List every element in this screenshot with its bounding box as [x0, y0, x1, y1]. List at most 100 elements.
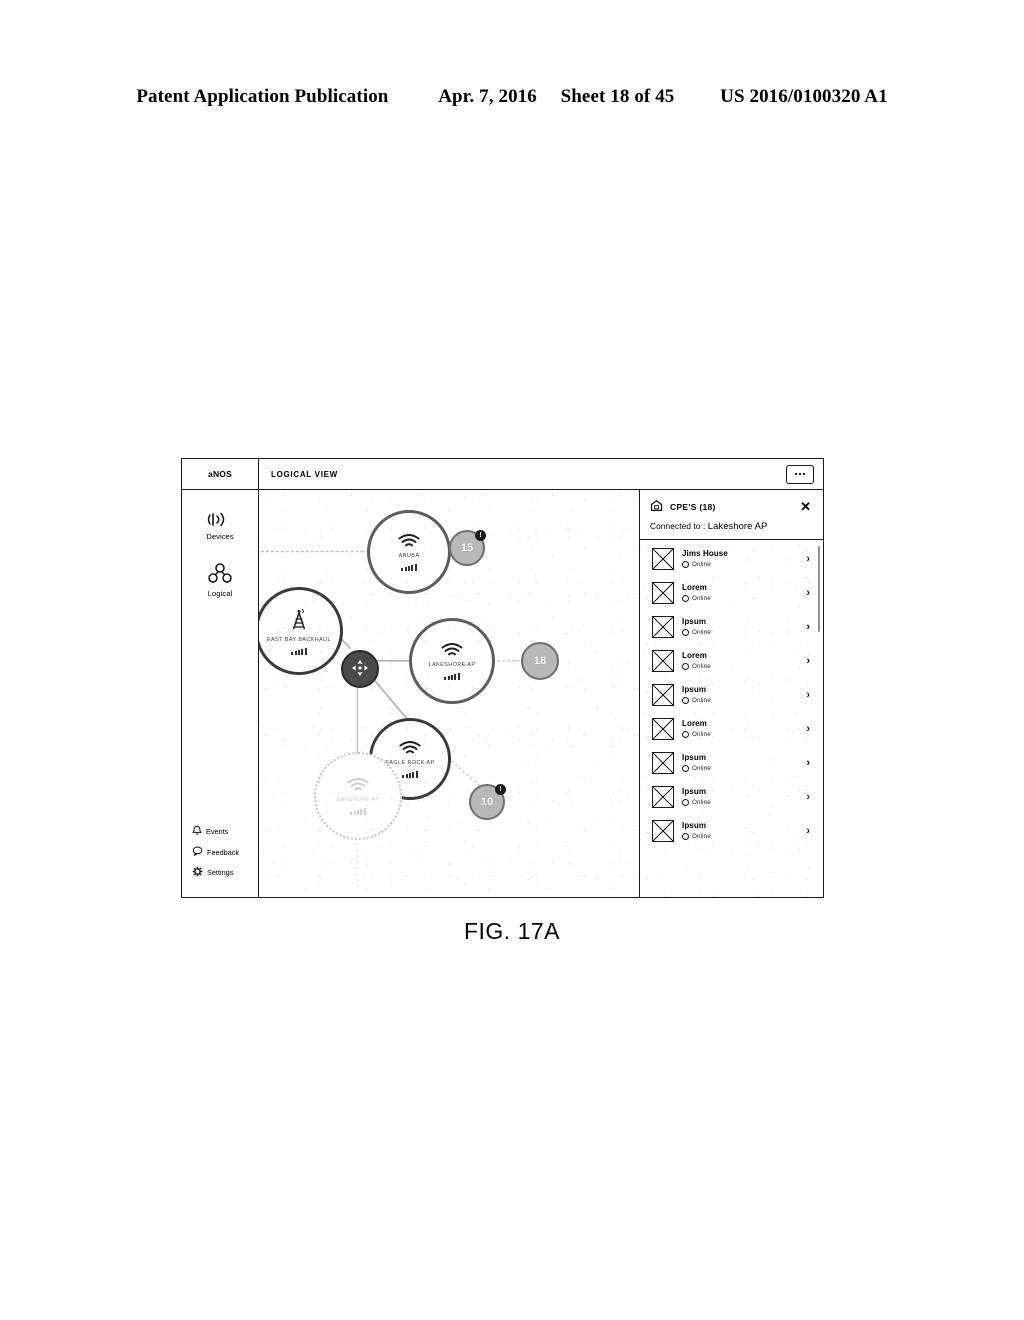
- device-thumbnail-placeholder-icon: [652, 752, 674, 774]
- brand-cell: aNOS: [182, 459, 259, 489]
- node-aruba[interactable]: ARUBA: [367, 510, 451, 594]
- list-item-text: Lorem Online: [682, 582, 798, 603]
- panel-scrollbar[interactable]: [817, 546, 820, 632]
- list-item[interactable]: Ipsum Online ›: [640, 678, 823, 712]
- cpe-panel-header: CPE'S (18) ✕ Connected to : Lakeshore AP: [640, 490, 823, 540]
- list-item[interactable]: Ipsum Online ›: [640, 610, 823, 644]
- chevron-right-icon[interactable]: ›: [806, 825, 810, 837]
- chevron-right-icon[interactable]: ›: [806, 689, 810, 701]
- move-arrows-icon: [351, 659, 369, 679]
- signal-bars-icon: [350, 808, 366, 815]
- sidebar-item-label: Logical: [207, 589, 233, 598]
- alert-badge-icon: !: [475, 530, 486, 541]
- sidebar-item-feedback[interactable]: Feedback: [192, 846, 258, 858]
- chevron-right-icon[interactable]: ›: [806, 723, 810, 735]
- alert-badge-icon: !: [495, 784, 506, 795]
- view-title-cell: LOGICAL VIEW: [259, 459, 823, 489]
- device-name: Lorem: [682, 718, 707, 728]
- cpe-list[interactable]: Jims House Online › Lorem Online › Ipsum…: [640, 540, 823, 897]
- more-dot-3: [802, 473, 805, 475]
- list-item-text: Ipsum Online: [682, 753, 798, 773]
- publication-date: Apr. 7, 2016: [438, 86, 537, 107]
- device-status-row: Online: [682, 595, 798, 603]
- badge-count-aruba[interactable]: 15 !: [449, 530, 486, 566]
- device-status-row: Online: [682, 561, 798, 569]
- device-status-row: Online: [682, 629, 798, 637]
- broadcast-icon: [206, 512, 234, 529]
- device-status-row: Online: [682, 697, 798, 705]
- topology-icon: [207, 563, 233, 586]
- node-bayshore-ap[interactable]: BAYSHORE AP: [314, 752, 402, 840]
- status-indicator-icon: [682, 731, 689, 739]
- more-options-button[interactable]: [786, 464, 814, 484]
- connected-to-value: Lakeshore AP: [707, 520, 768, 531]
- badge-count-value: 15: [460, 542, 474, 554]
- chevron-right-icon[interactable]: ›: [806, 621, 810, 633]
- status-badge: Online: [692, 663, 711, 671]
- wifi-icon: [440, 642, 464, 659]
- device-status-row: Online: [682, 765, 798, 773]
- sidebar-item-label: Devices: [206, 532, 234, 541]
- list-item[interactable]: Ipsum Online ›: [640, 746, 823, 780]
- device-thumbnail-placeholder-icon: [652, 582, 674, 604]
- window-body: Devices Logical Events Feedback Settings…: [182, 490, 823, 897]
- application-window: aNOS LOGICAL VIEW Devices Logical Events…: [181, 458, 824, 898]
- wifi-icon: [397, 533, 421, 550]
- device-name: Ipsum: [682, 820, 707, 830]
- chevron-right-icon[interactable]: ›: [806, 791, 810, 803]
- sheet-number: Sheet 18 of 45: [560, 86, 675, 107]
- sidebar-item-label: Settings: [207, 868, 234, 877]
- sidebar-item-logical[interactable]: Logical: [182, 563, 258, 598]
- status-badge: Online: [692, 765, 711, 773]
- status-badge: Online: [692, 561, 711, 569]
- list-item[interactable]: Lorem Online ›: [640, 576, 823, 610]
- status-indicator-icon: [682, 561, 689, 569]
- sidebar-item-devices[interactable]: Devices: [182, 512, 258, 541]
- device-name: Jims House: [682, 548, 728, 558]
- chevron-right-icon[interactable]: ›: [806, 655, 810, 667]
- list-item-text: Ipsum Online: [682, 820, 798, 841]
- status-indicator-icon: [682, 833, 689, 841]
- device-name: Lorem: [682, 582, 707, 592]
- sidebar-item-label: Events: [206, 827, 229, 836]
- sidebar: Devices Logical Events Feedback Settings: [182, 490, 259, 897]
- list-item[interactable]: Lorem Online ›: [640, 712, 823, 746]
- list-item-text: Jims House Online: [682, 548, 798, 569]
- gear-icon: [192, 866, 203, 879]
- cpe-panel: CPE'S (18) ✕ Connected to : Lakeshore AP…: [639, 490, 823, 897]
- node-hub[interactable]: [341, 650, 379, 688]
- more-dot-2: [799, 473, 801, 475]
- list-item-text: Ipsum Online: [682, 684, 798, 705]
- node-lakeshore-ap[interactable]: LAKESHORE AP: [409, 618, 495, 704]
- publication-label: Patent Application Publication: [136, 86, 389, 107]
- badge-count-eagle-rock[interactable]: 10 !: [469, 784, 506, 820]
- list-item[interactable]: Ipsum Online ›: [640, 780, 823, 814]
- node-label: EAST BAY BACKHAUL: [267, 636, 331, 643]
- badge-count-lakeshore[interactable]: 18: [521, 642, 559, 680]
- speech-bubble-icon: [192, 846, 203, 858]
- list-item[interactable]: Ipsum Online ›: [640, 814, 823, 848]
- sidebar-item-events[interactable]: Events: [192, 825, 258, 838]
- sidebar-item-settings[interactable]: Settings: [192, 866, 258, 879]
- badge-count-value: 10: [480, 796, 494, 808]
- chevron-right-icon[interactable]: ›: [806, 757, 810, 769]
- list-item[interactable]: Jims House Online ›: [640, 542, 823, 576]
- list-item-text: Ipsum Online: [682, 786, 798, 807]
- device-thumbnail-placeholder-icon: [652, 684, 674, 706]
- logical-view-canvas[interactable]: ARUBA 15 ! EAST BAY BACKHAUL LAKESHORE A…: [259, 490, 639, 897]
- device-status-row: Online: [682, 799, 798, 807]
- signal-bars-icon: [402, 771, 418, 778]
- device-name: Ipsum: [682, 786, 707, 796]
- device-thumbnail-placeholder-icon: [652, 616, 674, 638]
- chevron-right-icon[interactable]: ›: [806, 587, 810, 599]
- node-label: ARUBA: [398, 553, 420, 559]
- device-name: Ipsum: [682, 684, 707, 694]
- status-indicator-icon: [682, 595, 689, 603]
- chevron-right-icon[interactable]: ›: [806, 553, 810, 565]
- list-item[interactable]: Lorem Online ›: [640, 644, 823, 678]
- node-east-bay-backhaul[interactable]: EAST BAY BACKHAUL: [259, 587, 343, 675]
- close-icon[interactable]: ✕: [800, 500, 811, 513]
- status-indicator-icon: [682, 799, 689, 807]
- home-icon: [650, 499, 663, 514]
- cpe-panel-title: CPE'S (18): [670, 501, 716, 512]
